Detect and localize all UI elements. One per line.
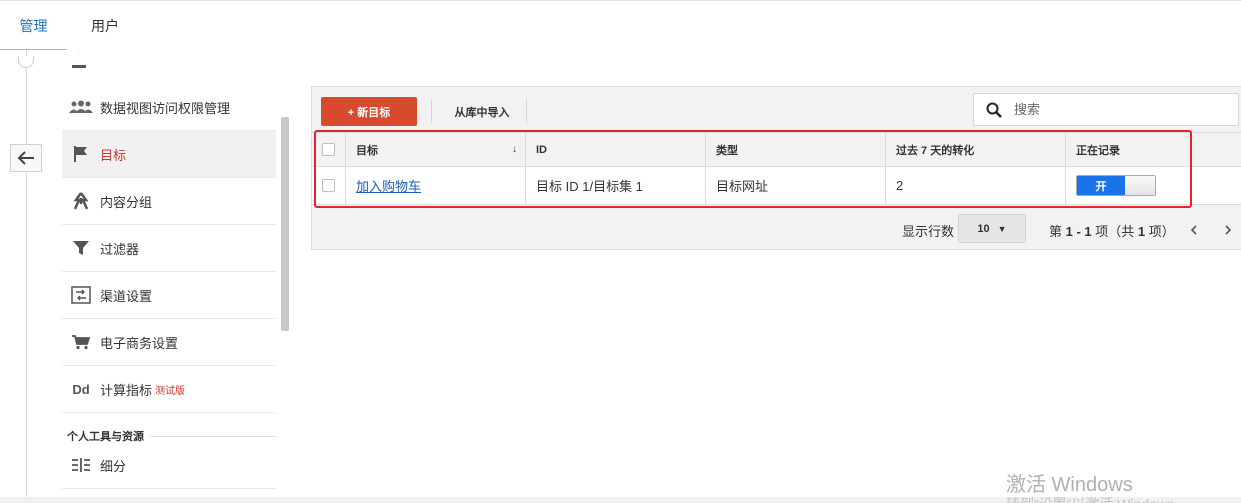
flag-icon	[62, 145, 100, 163]
collapsed-item-icon	[72, 65, 86, 68]
goals-table: 目标 ↓ ID 类型 过去 7 天的转化 正在记录 加入购物车 目标 ID 1/…	[312, 132, 1241, 205]
toggle-on-label: 开	[1077, 176, 1125, 195]
calculated-metrics-icon: Dd	[72, 381, 90, 397]
search-box[interactable]	[973, 93, 1239, 126]
previous-page-button[interactable]	[1184, 219, 1204, 241]
goal-recording-cell: 开	[1066, 167, 1241, 204]
top-tab-bar: 管理 用户	[0, 0, 1241, 51]
arrow-left-icon	[17, 151, 34, 165]
table-row: 加入购物车 目标 ID 1/目标集 1 目标网址 2 开	[312, 167, 1241, 205]
toolbar-divider	[431, 99, 432, 123]
sidebar-item-goals[interactable]: 目标	[62, 131, 276, 178]
sidebar-item-label: 过滤器	[100, 241, 140, 257]
column-header-recording[interactable]: 正在记录	[1066, 133, 1241, 166]
column-header-label: 过去 7 天的转化	[896, 144, 975, 157]
search-input[interactable]	[1014, 102, 1214, 117]
toolbar-divider	[526, 99, 527, 123]
next-page-button[interactable]	[1218, 219, 1238, 241]
column-header-label: 正在记录	[1076, 144, 1120, 157]
users-icon	[62, 100, 100, 114]
rows-per-page-select[interactable]: 10 ▼	[958, 214, 1026, 243]
search-icon	[974, 102, 1014, 118]
windows-activation-watermark: 激活 Windows	[1006, 474, 1133, 496]
channel-settings-icon	[62, 286, 100, 304]
sidebar-item-content-grouping[interactable]: 内容分组	[62, 178, 276, 225]
sidebar-item-channel-settings[interactable]: 渠道设置	[62, 272, 276, 319]
content-grouping-icon	[62, 192, 100, 210]
sidebar-item-label: 目标	[100, 147, 127, 163]
goal-type-cell: 目标网址	[706, 167, 886, 204]
goals-panel: + 新目标 从库中导入 目标 ↓ ID 类型 过去 7 天的转化 正在记录 加入…	[311, 86, 1241, 250]
sidebar-item-label: 电子商务设置	[100, 335, 179, 351]
toggle-handle	[1125, 176, 1155, 195]
beta-badge: 测试版	[155, 385, 186, 397]
row-checkbox[interactable]	[322, 179, 335, 192]
segments-icon	[62, 457, 100, 473]
sidebar-item-label: 渠道设置	[100, 288, 153, 304]
tab-users[interactable]: 用户	[80, 1, 130, 51]
import-from-gallery-button[interactable]: 从库中导入	[438, 97, 526, 126]
rail-line	[26, 50, 27, 503]
new-goal-button[interactable]: + 新目标	[321, 97, 417, 126]
column-header-label: 类型	[716, 144, 738, 157]
column-header-id[interactable]: ID	[526, 133, 706, 166]
sidebar-item-calculated-metrics[interactable]: Dd 计算指标 测试版	[62, 366, 276, 413]
sidebar-item-label: 数据视图访问权限管理	[100, 100, 231, 116]
goal-conversions-cell: 2	[886, 167, 1066, 204]
table-header: 目标 ↓ ID 类型 过去 7 天的转化 正在记录	[312, 133, 1241, 167]
sidebar-item-ecommerce-settings[interactable]: 电子商务设置	[62, 319, 276, 366]
filter-icon	[62, 240, 100, 256]
section-divider	[150, 436, 276, 437]
column-header-goal[interactable]: 目标 ↓	[346, 133, 526, 166]
sidebar-item-label: 细分	[100, 458, 127, 474]
tab-admin[interactable]: 管理	[0, 1, 67, 51]
caret-down-icon: ▼	[997, 223, 1007, 234]
cart-icon	[62, 334, 100, 350]
column-header-type[interactable]: 类型	[706, 133, 886, 166]
recording-toggle[interactable]: 开	[1076, 175, 1156, 196]
sidebar-item-label: 计算指标	[100, 382, 153, 398]
pagination-info: 第 1 - 1 项（共 1 项）	[1049, 223, 1175, 239]
sidebar-item-segments[interactable]: 细分	[62, 442, 276, 489]
column-header-label: 目标	[356, 144, 378, 157]
chevron-left-icon	[1190, 225, 1197, 235]
windows-activation-subtext: 转到“设置”以激活 Windows。	[1006, 494, 1188, 503]
sort-down-icon: ↓	[512, 144, 517, 155]
column-header-label: ID	[536, 143, 547, 156]
goal-name-cell: 加入购物车	[346, 167, 526, 204]
column-header-conversions[interactable]: 过去 7 天的转化	[886, 133, 1066, 166]
back-button[interactable]	[10, 144, 42, 172]
rows-per-page-label: 显示行数	[902, 223, 955, 239]
sidebar-item-label: 内容分组	[100, 194, 153, 210]
sidebar-item-filters[interactable]: 过滤器	[62, 225, 276, 272]
table-footer: 显示行数 10 ▼ 第 1 - 1 项（共 1 项）	[312, 211, 1241, 249]
rows-per-page-value: 10	[977, 222, 990, 235]
select-all-cell	[312, 133, 346, 166]
row-select-cell	[312, 167, 346, 204]
select-all-checkbox[interactable]	[322, 143, 335, 156]
goal-link[interactable]: 加入购物车	[356, 176, 421, 195]
goal-id-cell: 目标 ID 1/目标集 1	[526, 167, 706, 204]
sidebar-scrollbar[interactable]	[281, 117, 289, 331]
sidebar-item-view-access[interactable]: 数据视图访问权限管理	[62, 84, 276, 131]
chevron-right-icon	[1225, 225, 1232, 235]
